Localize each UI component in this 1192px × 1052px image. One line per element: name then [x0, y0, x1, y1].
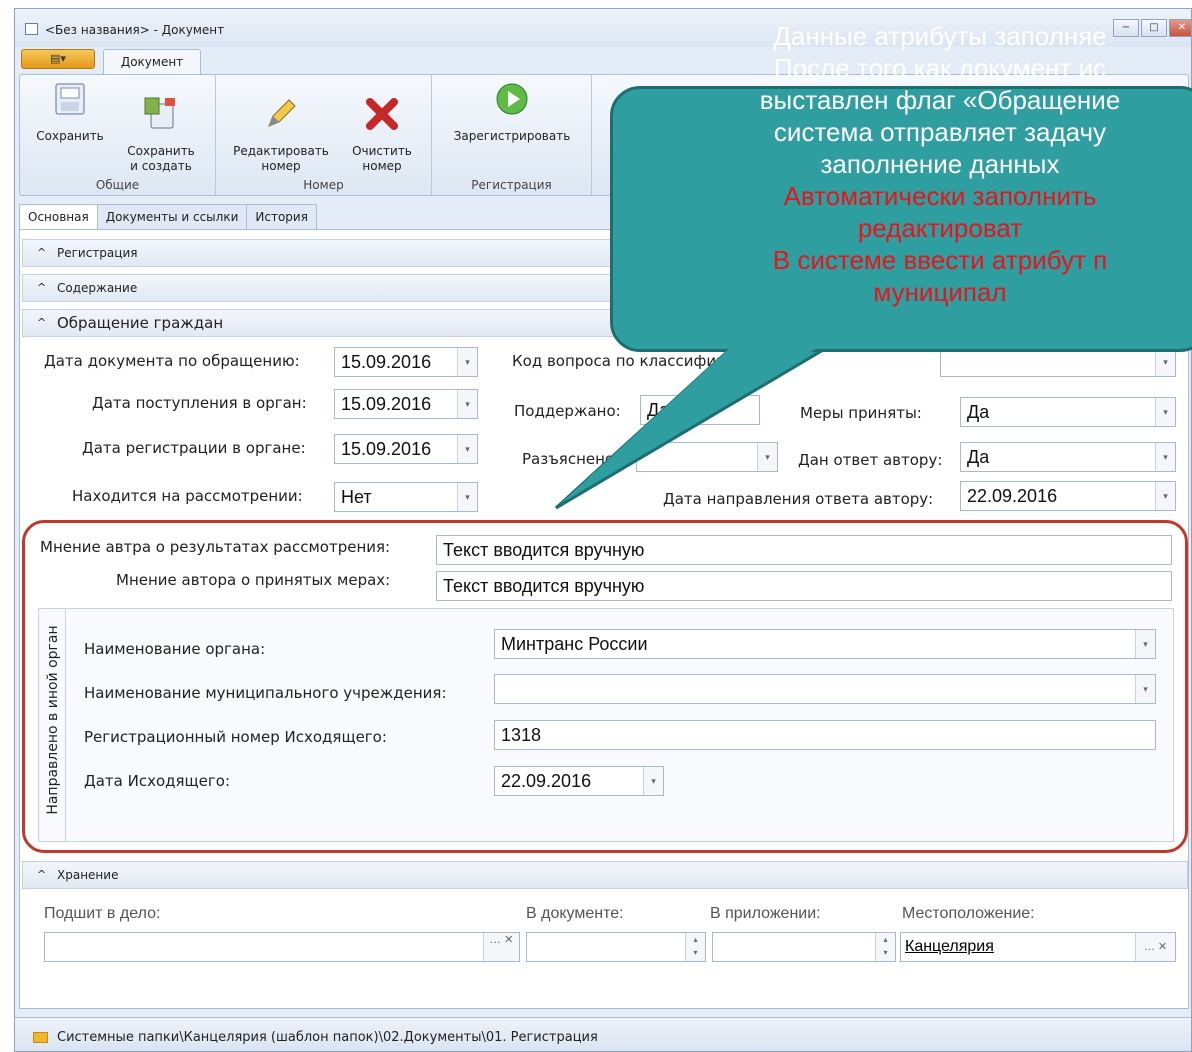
callout-line: Автоматически заполнить [783, 181, 1097, 211]
callout-line: система отправляет задачу [773, 117, 1107, 147]
callout-line: выставлен флаг «Обращение [759, 85, 1121, 115]
callout-line: муниципал [873, 277, 1007, 307]
callout-line: заполнение данных [820, 149, 1060, 179]
callout-line: редактироват [857, 213, 1023, 243]
callout-line: Данные атрибуты заполняе [773, 21, 1107, 51]
callout-text: Данные атрибуты заполняе После того как … [660, 20, 1192, 308]
callout-line: В системе ввести атрибут п [772, 245, 1108, 275]
callout-line: После того как документ ис [773, 53, 1107, 83]
